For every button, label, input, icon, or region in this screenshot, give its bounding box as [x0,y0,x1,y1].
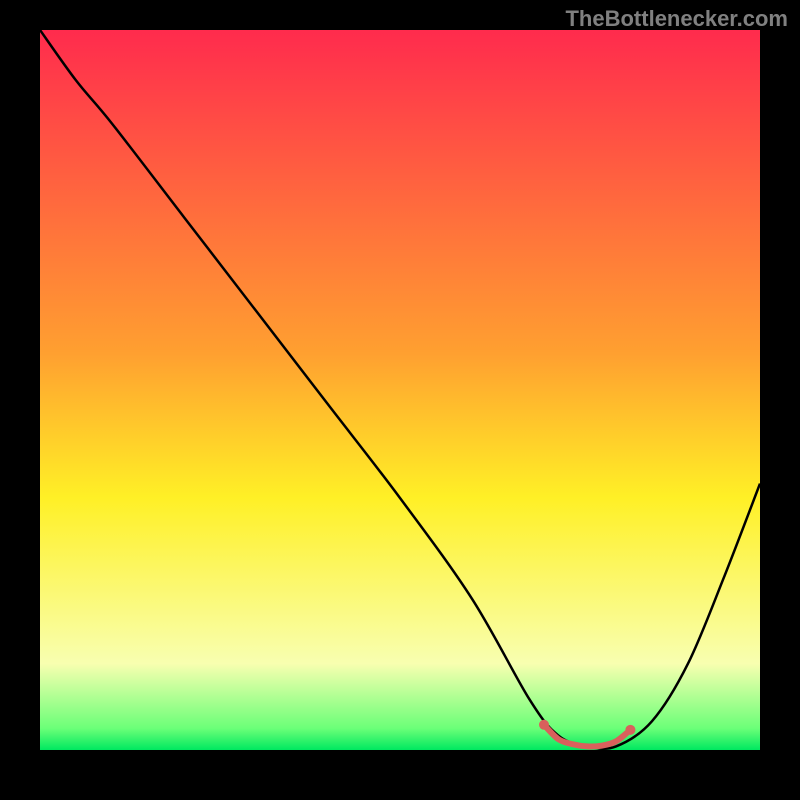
highlight-dot [625,725,635,735]
curve-layer [40,30,760,750]
bottleneck-curve [40,30,760,749]
highlight-dot [539,720,549,730]
plot-area [40,30,760,750]
highlight-segment [544,725,630,747]
watermark-text: TheBottlenecker.com [565,6,788,32]
